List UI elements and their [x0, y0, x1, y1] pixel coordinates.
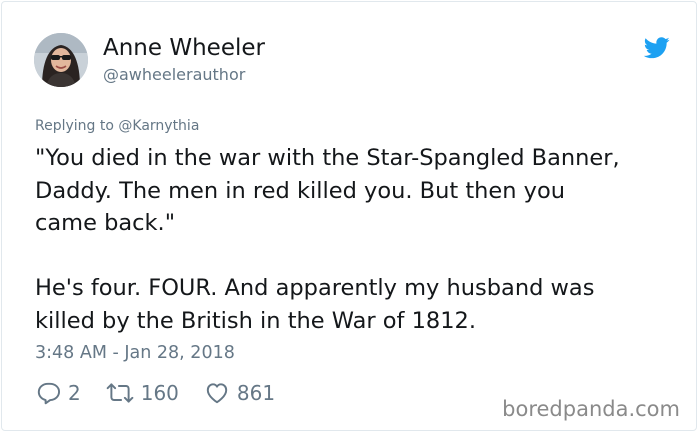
author-name[interactable]: Anne Wheeler: [103, 34, 265, 62]
watermark: boredpanda.com: [502, 397, 680, 421]
retweet-button[interactable]: 160: [106, 380, 179, 406]
reply-count: 2: [68, 381, 81, 405]
retweet-icon: [106, 383, 134, 403]
author-handle[interactable]: @awheelerauthor: [103, 65, 245, 85]
tweet-paragraph-2: He's four. FOUR. And apparently my husba…: [35, 275, 595, 334]
retweet-count: 160: [140, 381, 179, 405]
like-button[interactable]: 861: [204, 380, 275, 406]
reply-prefix: Replying to: [35, 118, 119, 134]
tweet-paragraph-1: "You died in the war with the Star-Spang…: [35, 145, 620, 236]
tweet-actions: 2 160 861: [35, 378, 275, 408]
reply-to-link[interactable]: @Karnythia: [118, 118, 199, 134]
avatar[interactable]: [34, 33, 88, 87]
tweet-text: "You died in the war with the Star-Spang…: [35, 142, 675, 337]
reply-icon: [37, 382, 61, 405]
tweet-timestamp[interactable]: 3:48 AM - Jan 28, 2018: [35, 342, 235, 364]
avatar-photo: [34, 33, 88, 87]
reply-context: Replying to @Karnythia: [35, 117, 199, 135]
tweet-card: Anne Wheeler @awheelerauthor Replying to…: [1, 1, 697, 431]
twitter-bird-icon[interactable]: [644, 37, 670, 59]
like-count: 861: [236, 381, 276, 405]
reply-button[interactable]: 2: [35, 380, 81, 406]
heart-icon: [206, 383, 228, 404]
